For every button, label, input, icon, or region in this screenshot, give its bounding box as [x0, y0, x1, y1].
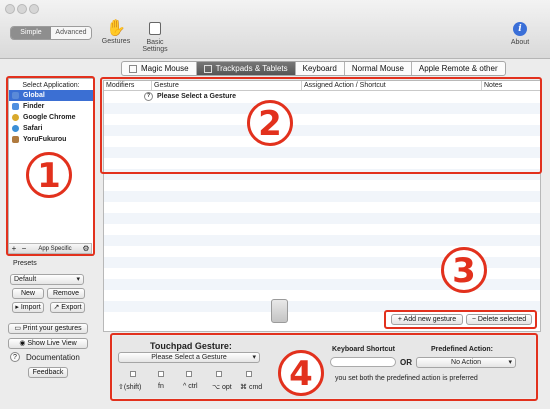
presets-label: Presets [13, 260, 37, 267]
toolbar-basic-settings-label: Basic Settings [142, 39, 168, 53]
mode-simple[interactable]: Simple [11, 27, 51, 39]
table-stripe [104, 235, 540, 246]
new-preset-button[interactable]: New [12, 288, 44, 299]
annotation-box-2 [100, 77, 542, 174]
chevron-down-icon: ▾ [76, 276, 80, 283]
export-button[interactable]: ↗ Export [50, 302, 85, 313]
show-live-view-button[interactable]: ◉ Show Live View [8, 338, 88, 349]
annotation-circle-3: 3 [441, 247, 487, 293]
minimize-window-button[interactable] [17, 4, 27, 14]
feedback-button[interactable]: Feedback [28, 367, 68, 378]
remove-preset-button[interactable]: Remove [47, 288, 85, 299]
hand-icon: ✋ [106, 20, 126, 37]
toolbar-basic-settings[interactable]: Basic Settings [133, 22, 177, 53]
documentation-link[interactable]: Documentation [26, 353, 80, 362]
device-tabs: Magic Mouse Trackpads & Tablets Keyboard… [121, 61, 506, 76]
printer-icon: ▭ [14, 325, 23, 332]
toolbar-about[interactable]: i About [505, 22, 535, 46]
mode-segmented-control[interactable]: Simple Advanced [10, 26, 92, 40]
tab-trackpads-tablets[interactable]: Trackpads & Tablets [196, 62, 296, 75]
settings-panel-icon [149, 22, 161, 35]
help-icon[interactable]: ? [10, 352, 20, 362]
mode-advanced[interactable]: Advanced [51, 27, 91, 39]
tab-magic-mouse[interactable]: Magic Mouse [122, 62, 197, 75]
table-stripe [104, 191, 540, 202]
annotation-circle-2: 2 [247, 100, 293, 146]
delete-gesture-button[interactable]: − Delete selected [466, 314, 532, 325]
checkbox-icon [129, 64, 137, 73]
annotation-circle-4: 4 [278, 350, 324, 396]
checkbox-icon [203, 64, 212, 73]
info-icon: i [513, 22, 527, 36]
preset-value: Default [14, 276, 37, 283]
split-handle[interactable] [271, 299, 288, 323]
close-window-button[interactable] [5, 4, 15, 14]
annotation-box-4 [110, 333, 538, 401]
tab-normal-mouse[interactable]: Normal Mouse [345, 62, 412, 75]
import-button[interactable]: ▸ Import [12, 302, 44, 313]
toolbar-gestures-label: Gestures [101, 38, 131, 45]
zoom-window-button[interactable] [29, 4, 39, 14]
add-gesture-button[interactable]: + Add new gesture [391, 314, 463, 325]
toolbar-gestures[interactable]: ✋ Gestures [100, 20, 132, 45]
tab-keyboard[interactable]: Keyboard [296, 62, 345, 75]
annotation-circle-1: 1 [26, 152, 72, 198]
preset-select[interactable]: Default ▾ [10, 274, 84, 285]
table-stripe [104, 213, 540, 224]
toolbar-about-label: About [510, 39, 530, 46]
print-gestures-button[interactable]: ▭ Print your gestures [8, 323, 88, 334]
tab-apple-remote[interactable]: Apple Remote & other [412, 62, 505, 75]
